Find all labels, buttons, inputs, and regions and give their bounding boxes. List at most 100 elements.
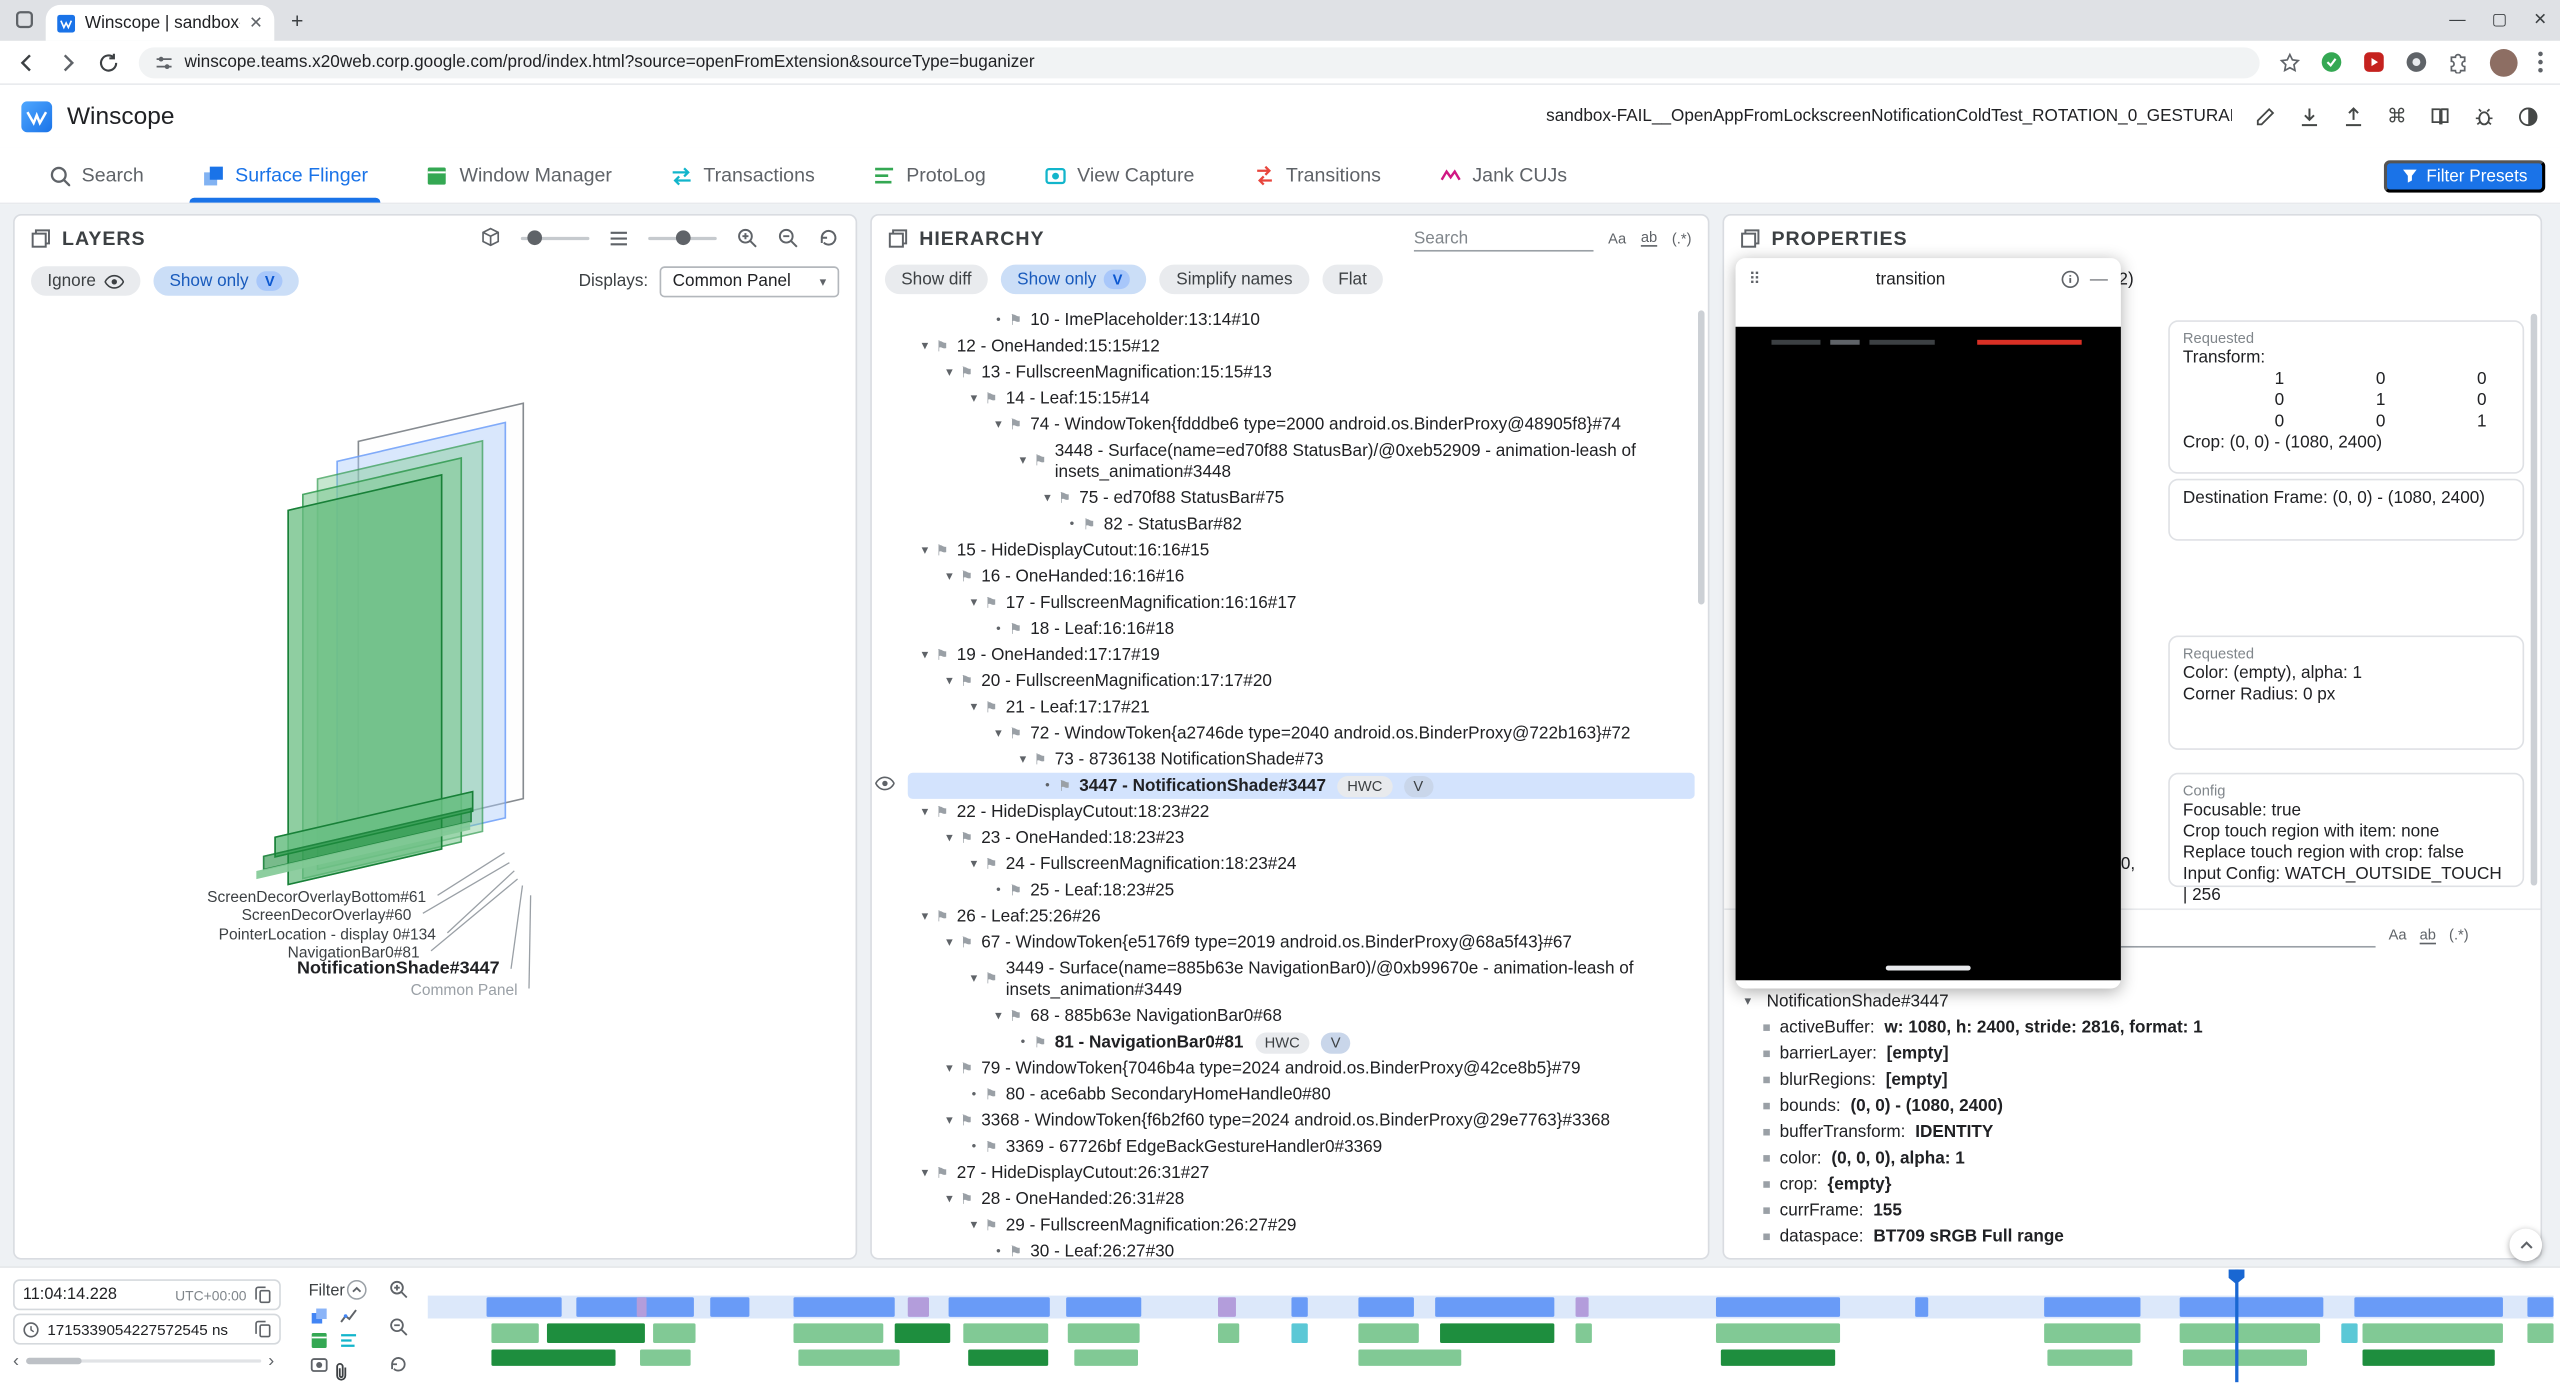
pin-icon[interactable]: ⚑ xyxy=(960,668,981,694)
pin-icon[interactable]: ⚑ xyxy=(960,930,981,956)
pin-icon[interactable]: ⚑ xyxy=(1009,1238,1030,1258)
pin-icon[interactable]: ⚑ xyxy=(1009,616,1030,642)
timeline-chart-icon[interactable] xyxy=(340,1307,358,1325)
simplify-names-toggle[interactable]: Simplify names xyxy=(1160,265,1309,294)
browser-tab[interactable]: Winscope | sandbox-FAIL__OpenAppFromLock… xyxy=(46,5,275,41)
expand-panel-button[interactable] xyxy=(2509,1229,2542,1262)
timeline-zoom-out-icon[interactable] xyxy=(389,1317,409,1337)
tree-row[interactable]: ▾⚑17 - FullscreenMagnification:16:16#17 xyxy=(908,590,1695,616)
pin-icon[interactable]: ⚑ xyxy=(1009,721,1030,747)
shortcuts-icon[interactable]: ⌘ xyxy=(2387,105,2407,128)
timeline-segment[interactable] xyxy=(492,1323,539,1343)
pin-icon[interactable]: ⚑ xyxy=(960,359,981,385)
timeline-segment[interactable] xyxy=(963,1323,1048,1343)
pin-icon[interactable]: ⚑ xyxy=(1009,877,1030,903)
timeline-segment[interactable] xyxy=(2043,1297,2141,1317)
match-word-icon[interactable]: ab xyxy=(1641,229,1657,247)
timeline-segment[interactable] xyxy=(547,1323,645,1343)
tab-close-icon[interactable]: ✕ xyxy=(249,14,263,32)
profile-avatar[interactable] xyxy=(2490,48,2518,76)
reset-view-icon[interactable] xyxy=(818,227,839,248)
pin-icon[interactable]: ⚑ xyxy=(985,851,1006,877)
documentation-icon[interactable] xyxy=(2429,105,2450,126)
collapse-toggle-icon[interactable]: ▾ xyxy=(963,694,984,720)
pin-icon[interactable]: ⚑ xyxy=(936,799,957,825)
window-menu-icon[interactable] xyxy=(15,10,35,30)
collapse-toggle-icon[interactable]: ▾ xyxy=(1737,993,1758,1008)
tree-row[interactable]: •⚑10 - ImePlaceholder:13:14#10 xyxy=(908,307,1695,333)
tree-row[interactable]: •⚑3447 - NotificationShade#3447HWCV xyxy=(908,773,1695,799)
regex-icon[interactable]: (.*) xyxy=(2449,926,2469,942)
show-only-v-toggle[interactable]: Show only V xyxy=(153,266,299,295)
drag-handle-icon[interactable]: ⠿ xyxy=(1749,270,1761,288)
collapse-toggle-icon[interactable]: ▾ xyxy=(988,1003,1009,1029)
timeline-canvas[interactable] xyxy=(428,1268,2554,1386)
tree-row[interactable]: ▾⚑13 - FullscreenMagnification:15:15#13 xyxy=(908,359,1695,385)
timeline-segment[interactable] xyxy=(640,1350,691,1366)
filter-presets-button[interactable]: Filter Presets xyxy=(2384,160,2545,193)
pin-icon[interactable]: ⚑ xyxy=(1009,412,1030,438)
timeline-segment[interactable] xyxy=(1219,1297,1236,1317)
bookmark-star-icon[interactable] xyxy=(2279,51,2300,72)
collapse-toggle-icon[interactable]: ▾ xyxy=(914,799,935,825)
collapse-toggle-icon[interactable]: ▾ xyxy=(963,851,984,877)
pin-icon[interactable]: ⚑ xyxy=(985,694,1006,720)
timeline-sf-icon[interactable] xyxy=(310,1307,328,1325)
collapse-toggle-icon[interactable]: ▾ xyxy=(963,969,984,989)
spacing-icon[interactable] xyxy=(609,228,629,248)
ignore-toggle[interactable]: Ignore xyxy=(31,266,140,295)
timeline-segment[interactable] xyxy=(2528,1323,2553,1343)
match-case-icon[interactable]: Aa xyxy=(1608,230,1626,246)
timeline-segment[interactable] xyxy=(1916,1297,1929,1317)
property-row[interactable]: color:(0, 0, 0), alpha: 1 xyxy=(1737,1145,2527,1171)
timeline-segment[interactable] xyxy=(1359,1297,1414,1317)
pin-icon[interactable]: ⚑ xyxy=(960,1055,981,1081)
tab-jank-cujs[interactable]: Jank CUJs xyxy=(1440,147,1567,203)
tree-row[interactable]: •⚑80 - ace6abb SecondaryHomeHandle0#80 xyxy=(908,1082,1695,1108)
collapse-toggle-icon[interactable]: ▾ xyxy=(939,1108,960,1134)
timeline-segment[interactable] xyxy=(2179,1297,2324,1317)
timeline-segment[interactable] xyxy=(2341,1323,2358,1343)
pin-icon[interactable]: ⚑ xyxy=(960,1108,981,1134)
tree-row[interactable]: •⚑25 - Leaf:18:23#25 xyxy=(908,877,1695,903)
pin-icon[interactable]: ⚑ xyxy=(1033,747,1054,773)
timeline-segment[interactable] xyxy=(1716,1297,1839,1317)
property-row[interactable]: barrierLayer:[empty] xyxy=(1737,1041,2527,1067)
timeline-segment[interactable] xyxy=(2184,1350,2307,1366)
new-tab-button[interactable]: + xyxy=(284,7,310,33)
upload-icon[interactable] xyxy=(2343,105,2364,126)
property-row[interactable]: bounds:(0, 0) - (1080, 2400) xyxy=(1737,1093,2527,1119)
dark-mode-icon[interactable] xyxy=(2518,105,2539,126)
forward-icon[interactable] xyxy=(57,51,78,72)
timeline-segment[interactable] xyxy=(2354,1297,2503,1317)
timeline-cursor[interactable] xyxy=(2235,1269,2238,1382)
tab-search[interactable]: Search xyxy=(49,147,144,203)
property-row[interactable]: dataspace:BT709 sRGB Full range xyxy=(1737,1224,2527,1250)
tree-row[interactable]: •⚑82 - StatusBar#82 xyxy=(908,511,1695,537)
timeline-segment[interactable] xyxy=(1720,1350,1835,1366)
timeline-segment[interactable] xyxy=(793,1297,895,1317)
display-select[interactable]: Common Panel ▾ xyxy=(660,265,840,296)
property-row[interactable]: bufferTransform:IDENTITY xyxy=(1737,1119,2527,1145)
tree-row[interactable]: ▾⚑74 - WindowToken{fdddbe6 type=2000 and… xyxy=(908,412,1695,438)
timeline-zoom-reset-icon[interactable] xyxy=(389,1354,409,1374)
hierarchy-scrollbar[interactable] xyxy=(1698,310,1705,604)
property-row[interactable]: currFrame:155 xyxy=(1737,1198,2527,1224)
collapse-toggle-icon[interactable]: ▾ xyxy=(1012,747,1033,773)
tree-row[interactable]: ▾⚑15 - HideDisplayCutout:16:16#15 xyxy=(908,538,1695,564)
collapse-toggle-icon[interactable]: ▾ xyxy=(963,590,984,616)
collapse-toggle-icon[interactable]: ▾ xyxy=(914,538,935,564)
scroll-right-icon[interactable]: › xyxy=(268,1351,274,1371)
pin-icon[interactable]: ⚑ xyxy=(960,825,981,851)
timeline-segment[interactable] xyxy=(636,1297,647,1317)
visibility-eye-icon[interactable] xyxy=(875,776,895,791)
pin-icon[interactable]: ⚑ xyxy=(936,642,957,668)
timeline-wm-icon[interactable] xyxy=(310,1332,328,1350)
timeline-segment[interactable] xyxy=(1074,1350,1138,1366)
layer-label[interactable]: NotificationShade#3447 xyxy=(297,959,500,979)
tab-surface-flinger[interactable]: Surface Flinger xyxy=(203,147,369,203)
tab-transitions[interactable]: Transitions xyxy=(1253,147,1381,203)
zoom-in-icon[interactable] xyxy=(736,227,757,248)
timeline-segment[interactable] xyxy=(2362,1350,2494,1366)
tree-row[interactable]: ▾⚑24 - FullscreenMagnification:18:23#24 xyxy=(908,851,1695,877)
